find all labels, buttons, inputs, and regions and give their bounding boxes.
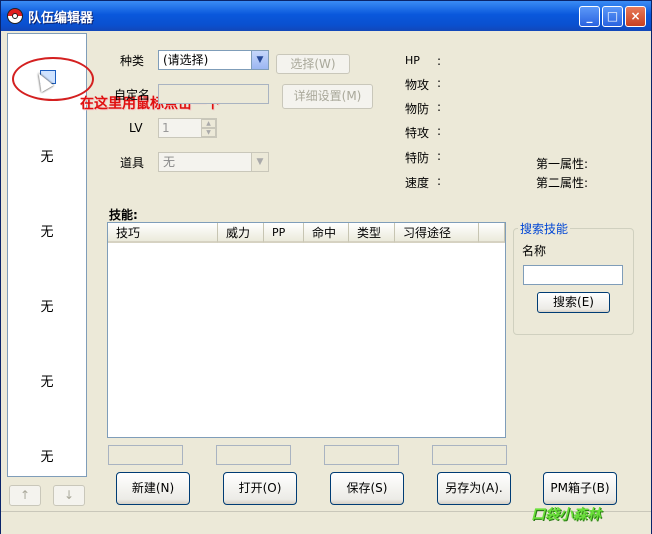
move-slot-2-field[interactable] — [216, 445, 291, 465]
species-select-value: (请选择) — [163, 53, 209, 67]
open-button[interactable]: 打开(O) — [223, 472, 297, 505]
column-header-type[interactable]: 类型 — [349, 223, 395, 243]
chevron-down-icon[interactable]: ▼ — [251, 51, 268, 69]
move-slot-3-field[interactable] — [324, 445, 399, 465]
pm-box-button[interactable]: PM箱子(B) — [543, 472, 617, 505]
close-button[interactable]: × — [625, 6, 646, 27]
speed-colon: : — [437, 174, 442, 188]
column-header-filler — [479, 223, 505, 243]
minimize-button[interactable]: _ — [579, 6, 600, 27]
type2-label: 第二属性: — [536, 176, 589, 190]
window-title: 队伍编辑器 — [28, 11, 94, 26]
column-header-learn-method[interactable]: 习得途径 — [395, 223, 479, 243]
nickname-input[interactable] — [158, 84, 269, 104]
search-moves-title: 搜索技能 — [518, 220, 571, 237]
save-button[interactable]: 保存(S) — [330, 472, 404, 505]
item-label: 道具 — [120, 156, 145, 170]
sp-attack-colon: : — [437, 124, 442, 138]
nickname-label: 自定名 — [114, 88, 151, 102]
search-button[interactable]: 搜索(E) — [537, 292, 610, 313]
team-slot-3[interactable]: 无 — [8, 221, 86, 240]
species-select[interactable]: (请选择) ▼ — [158, 50, 269, 70]
item-select-value: 无 — [163, 155, 176, 169]
species-label: 种类 — [120, 54, 145, 68]
column-header-pp[interactable]: PP — [264, 223, 304, 243]
team-slot-6[interactable]: 无 — [8, 446, 86, 465]
hp-colon: : — [437, 54, 442, 68]
attack-label: 物攻 — [405, 78, 430, 92]
move-slot-4-field[interactable] — [432, 445, 507, 465]
save-as-button[interactable]: 另存为(A). — [437, 472, 511, 505]
stepper-down-icon[interactable]: ▼ — [201, 128, 216, 137]
attack-colon: : — [437, 76, 442, 90]
sp-defense-colon: : — [437, 149, 442, 163]
speed-label: 速度 — [405, 176, 430, 190]
move-slot-1-field[interactable] — [108, 445, 183, 465]
type1-label: 第一属性: — [536, 157, 589, 171]
item-select[interactable]: 无 ▼ — [158, 152, 269, 172]
move-down-button[interactable]: ↓ — [53, 485, 85, 506]
defense-label: 物防 — [405, 102, 430, 116]
defense-colon: : — [437, 100, 442, 114]
column-header-power[interactable]: 威力 — [218, 223, 264, 243]
column-header-move[interactable]: 技巧 — [108, 223, 218, 243]
lv-label: LV — [129, 121, 143, 135]
team-slot-5[interactable]: 无 — [8, 371, 86, 390]
chevron-down-icon[interactable]: ▼ — [251, 153, 268, 171]
maximize-button[interactable]: □ — [602, 6, 623, 27]
select-species-button[interactable]: 选择(W) — [276, 54, 350, 74]
pokeball-icon — [7, 8, 23, 24]
watermark-text: 口袋小森林 — [531, 507, 601, 523]
team-slot-4[interactable]: 无 — [8, 296, 86, 315]
moves-table[interactable]: 技巧 威力 PP 命中 类型 习得途径 — [107, 222, 506, 438]
search-name-label: 名称 — [522, 244, 547, 258]
detail-settings-button[interactable]: 详细设置(M) — [282, 84, 373, 109]
title-bar[interactable]: 队伍编辑器 _ □ × — [1, 1, 651, 31]
sp-defense-label: 特防 — [405, 151, 430, 165]
lv-stepper[interactable]: 1 ▲ ▼ — [158, 118, 217, 138]
search-name-input[interactable] — [523, 265, 623, 285]
new-button[interactable]: 新建(N) — [116, 472, 190, 505]
hp-label: HP — [405, 54, 420, 67]
sp-attack-label: 特攻 — [405, 126, 430, 140]
moves-section-label: 技能: — [109, 208, 138, 222]
lv-value: 1 — [162, 121, 170, 135]
stepper-up-icon[interactable]: ▲ — [201, 119, 216, 128]
team-editor-window: 队伍编辑器 _ □ × 无 无 无 无 无 ↑ ↓ 在这里用鼠标点击一下 种类 … — [0, 0, 652, 534]
team-slot-2[interactable]: 无 — [8, 146, 86, 165]
move-up-button[interactable]: ↑ — [9, 485, 41, 506]
column-header-accuracy[interactable]: 命中 — [304, 223, 349, 243]
